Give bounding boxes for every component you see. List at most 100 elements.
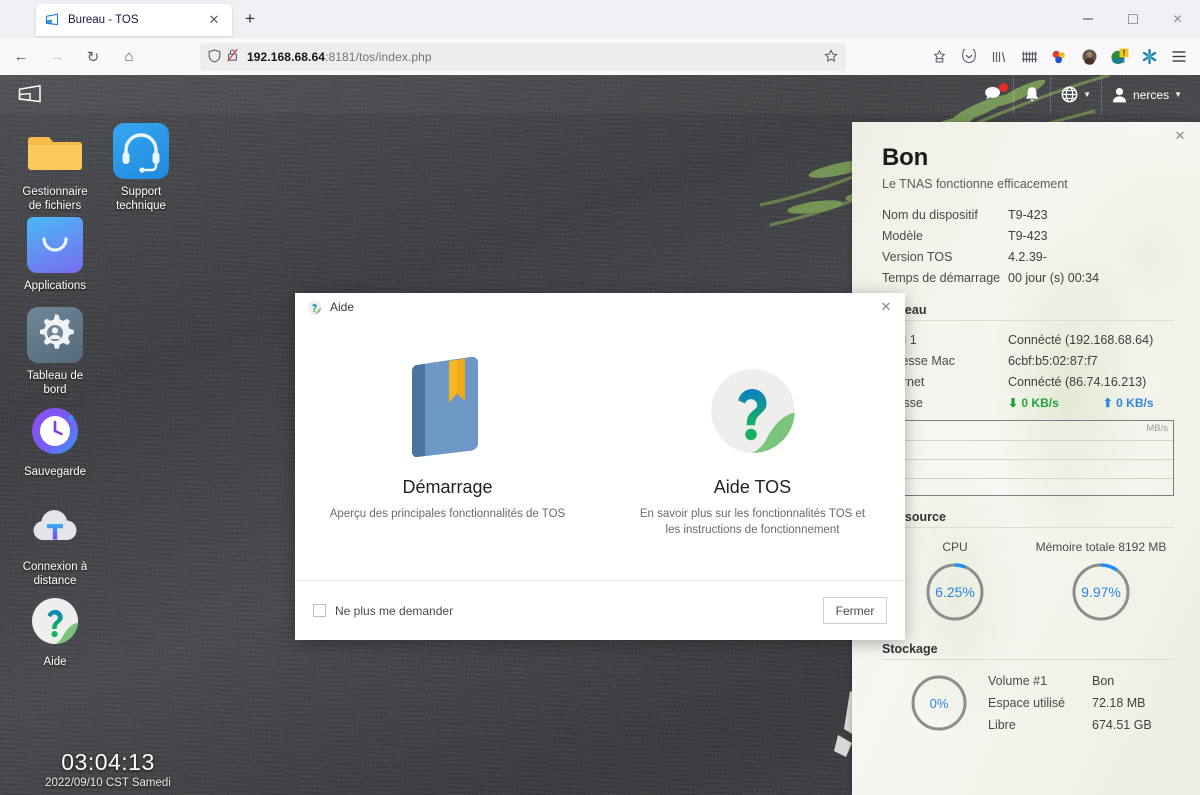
choice-desc: En savoir plus sur les fonctionnalités T…	[639, 508, 866, 536]
desktop-icon-tableau-de-bord[interactable]: Tableau de bord	[0, 307, 110, 397]
address-bar[interactable]: 192.168.68.64:8181/tos/index.php	[200, 43, 846, 71]
warning-extension-icon[interactable]: !	[1104, 42, 1134, 71]
row-key: Version TOS	[882, 250, 953, 264]
bookmarks-toolbar-icon[interactable]	[1014, 42, 1044, 71]
tab-favicon-tos-logo-icon	[44, 12, 60, 28]
desktop-icon-applications[interactable]: Applications	[0, 217, 110, 293]
desktop-clock: 03:04:13 2022/09/10 CST Samedi	[8, 749, 208, 789]
star-icon[interactable]	[824, 48, 838, 66]
panel-title: Bon	[882, 144, 929, 171]
device-info-row: Temps de démarrage 00 jour (s) 00:34	[882, 268, 1174, 289]
desktop-icon-aide[interactable]: Aide	[0, 593, 110, 669]
window-minimize-button[interactable]	[1065, 0, 1110, 38]
forward-arrow-icon[interactable]: →	[42, 42, 72, 72]
graph-unit-label: MB/s	[1146, 423, 1168, 434]
tos-logo-icon[interactable]	[16, 81, 44, 109]
row-value: 72.18 MB	[1092, 696, 1146, 710]
clock-backup-icon	[27, 403, 83, 459]
network-row: Adresse Mac 6cbf:b5:02:87:f7	[882, 351, 1174, 372]
back-arrow-icon[interactable]: ←	[6, 42, 36, 72]
dont-ask-again-checkbox[interactable]	[313, 604, 326, 617]
panel-subtitle: Le TNAS fonctionne efficacement	[882, 177, 1068, 191]
choice-title: Aide TOS	[713, 477, 792, 497]
clock-time: 03:04:13	[61, 749, 155, 775]
storage-percent: 0%	[929, 695, 949, 711]
desktop-icon-connexion-a-distance[interactable]: Connexion à distance	[0, 498, 110, 588]
tos-desktop: ▼ nerces ▼ Gestionnaire de fichiers Supp…	[0, 75, 1200, 795]
language-globe-icon[interactable]: ▼	[1050, 75, 1101, 114]
network-speed-row: Vitesse ⬇ 0 KB/s ⬆ 0 KB/s	[882, 393, 1174, 414]
dont-ask-again-label: Ne plus me demander	[335, 603, 454, 618]
browser-chrome: Bureau - TOS ✕ + ✕ ← → ↻ ⌂ 192.168.68.64…	[0, 0, 1200, 75]
app-menu-icon[interactable]	[1164, 42, 1194, 71]
choice-title: Démarrage	[402, 477, 493, 497]
colorful-extension-icon[interactable]	[1044, 42, 1074, 71]
desktop-icon-sauvegarde[interactable]: Sauvegarde	[0, 403, 110, 479]
storage-block: 0% Volume #1 Bon Espace utilisé 72.18 MB…	[882, 670, 1174, 736]
shield-icon[interactable]	[208, 48, 221, 66]
window-close-button[interactable]: ✕	[1155, 0, 1200, 38]
choice-aide-tos[interactable]: Aide TOS En savoir plus sur les fonction…	[600, 347, 905, 573]
user-menu[interactable]: nerces ▼	[1101, 75, 1192, 114]
close-button[interactable]: Fermer	[823, 597, 887, 624]
section-heading-network: Réseau	[882, 303, 1174, 317]
url-path: :8181/tos/index.php	[325, 50, 432, 64]
library-icon[interactable]	[984, 42, 1014, 71]
row-value: T9-423	[1008, 208, 1048, 222]
cpu-ring: 6.25%	[923, 560, 987, 624]
desktop-icon-label: Applications	[23, 280, 86, 292]
choice-demarrage[interactable]: Démarrage Aperçu des principales fonctio…	[295, 347, 600, 573]
dialog-close-icon[interactable]: ✕	[877, 298, 895, 316]
tab-close-icon[interactable]: ✕	[204, 10, 224, 30]
tab-title: Bureau - TOS	[68, 14, 139, 26]
notifications-bell-icon[interactable]	[1013, 75, 1050, 114]
url-host: 192.168.68.64	[247, 50, 326, 64]
divider	[882, 527, 1174, 528]
network-row: LAN 1 Connécté (192.168.68.64)	[882, 330, 1174, 351]
shopping-bag-icon	[27, 217, 83, 273]
lock-slash-icon[interactable]	[226, 48, 239, 67]
browser-tab[interactable]: Bureau - TOS ✕	[36, 4, 232, 36]
address-bar-text: 192.168.68.64:8181/tos/index.php	[247, 50, 432, 64]
row-value: T9-423	[1008, 229, 1048, 243]
desktop-icon-label: Connexion à distance	[22, 561, 88, 587]
pocket-icon[interactable]	[954, 42, 984, 71]
row-key: Modèle	[882, 229, 923, 243]
divider	[882, 659, 1174, 660]
storage-details: Volume #1 Bon Espace utilisé 72.18 MB Li…	[988, 670, 1174, 736]
headset-icon	[113, 123, 169, 179]
tos-top-bar: ▼ nerces ▼	[0, 75, 1200, 114]
puzzle-extension-icon[interactable]	[1134, 42, 1164, 71]
dialog-title: Aide	[330, 300, 355, 314]
home-icon[interactable]: ⌂	[114, 42, 144, 72]
desktop-icon-support-technique[interactable]: Support technique	[86, 123, 196, 213]
avatar-extension-icon[interactable]	[1074, 42, 1104, 71]
row-value: 674.51 GB	[1092, 718, 1152, 732]
row-key: Nom du dispositif	[882, 208, 978, 222]
desktop-icon-label: Tableau de bord	[26, 370, 84, 396]
memory-value: 9.97%	[1081, 584, 1121, 600]
save-to-pocket-icon[interactable]	[924, 42, 954, 71]
cloud-t-icon	[27, 498, 83, 554]
device-info-row: Modèle T9-423	[882, 226, 1174, 247]
extension-toolbar: !	[924, 42, 1194, 71]
panel-close-icon[interactable]: ✕	[1172, 128, 1188, 144]
cpu-value: 6.25%	[935, 584, 975, 600]
new-tab-button[interactable]: +	[240, 9, 260, 29]
download-speed-value: 0 KB/s	[1021, 396, 1059, 410]
messages-icon[interactable]	[974, 75, 1013, 114]
row-value: Connécté (192.168.68.64)	[1008, 333, 1154, 347]
dialog-title-bar: Aide ✕	[295, 293, 905, 321]
resource-gauges: CPU 6.25% Mémoire totale 8192 MB 9.97%	[882, 540, 1174, 624]
reload-icon[interactable]: ↻	[78, 42, 108, 72]
memory-ring: 9.97%	[1069, 560, 1133, 624]
device-info-row: Version TOS 4.2.39-	[882, 247, 1174, 268]
question-mark-icon	[307, 300, 322, 315]
window-maximize-button[interactable]	[1110, 0, 1155, 38]
window-controls: ✕	[1065, 0, 1200, 38]
desktop-icon-label: Sauvegarde	[23, 466, 87, 478]
desktop-icon-label: Support technique	[116, 186, 166, 212]
row-key: Libre	[988, 718, 1016, 732]
question-mark-icon	[27, 593, 83, 649]
desktop-icon-label: Aide	[43, 656, 67, 668]
